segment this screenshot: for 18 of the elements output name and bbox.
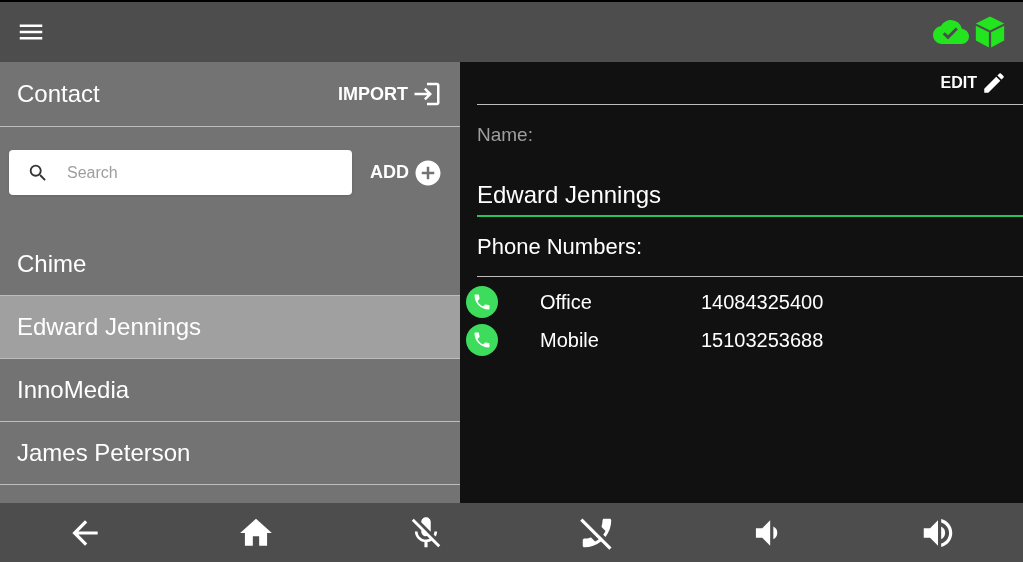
call-button[interactable] <box>466 285 498 318</box>
panel-title: Contact <box>17 79 100 109</box>
name-label: Name: <box>477 123 534 147</box>
phone-numbers-label: Phone Numbers: <box>477 232 643 261</box>
add-button[interactable]: ADD <box>370 157 443 188</box>
contact-item[interactable]: Edward Jennings <box>0 296 460 359</box>
phone-number: 14084325400 <box>701 289 824 315</box>
edit-button[interactable]: EDIT <box>940 70 1007 96</box>
call-button[interactable] <box>466 323 498 356</box>
import-button[interactable]: IMPORT <box>338 79 442 109</box>
phone-type: Mobile <box>540 327 600 353</box>
cube-icon <box>973 15 1007 49</box>
phone-number: 15103253688 <box>701 327 824 353</box>
phone-type: Office <box>540 289 593 315</box>
name-field[interactable]: Edward Jennings <box>477 176 1023 217</box>
edit-icon <box>981 70 1007 96</box>
search-icon <box>27 162 49 184</box>
search-field[interactable]: Search <box>9 150 352 195</box>
